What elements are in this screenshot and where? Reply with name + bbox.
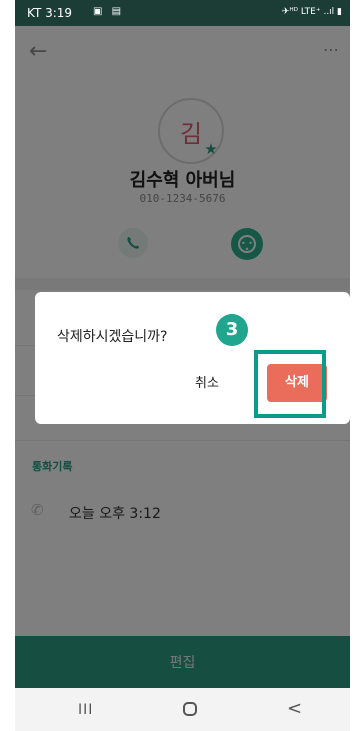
- cancel-button[interactable]: 취소: [195, 372, 219, 391]
- signal-battery-icons: ✈ᴴᴰ LTE⁺ ..ıl ▮: [281, 7, 342, 17]
- dialog-message: 삭제하시겠습니까?: [57, 329, 168, 345]
- highlight-box: [254, 350, 326, 418]
- step-number-badge: 3: [216, 314, 248, 346]
- recent-apps-icon[interactable]: III: [78, 702, 93, 718]
- status-bar: KT 3:19 ▣ ▤ ✈ᴴᴰ LTE⁺ ..ıl ▮: [15, 0, 350, 26]
- status-time: KT 3:19: [27, 6, 73, 20]
- phone-screen: KT 3:19 ▣ ▤ ✈ᴴᴰ LTE⁺ ..ıl ▮ ← ⋯ 김 ★ 김수혁 …: [15, 0, 350, 731]
- home-icon[interactable]: [183, 702, 197, 716]
- notification-icons: ▣ ▤: [93, 6, 125, 17]
- nav-back-icon[interactable]: <: [287, 698, 302, 719]
- system-nav-bar: III <: [15, 688, 350, 731]
